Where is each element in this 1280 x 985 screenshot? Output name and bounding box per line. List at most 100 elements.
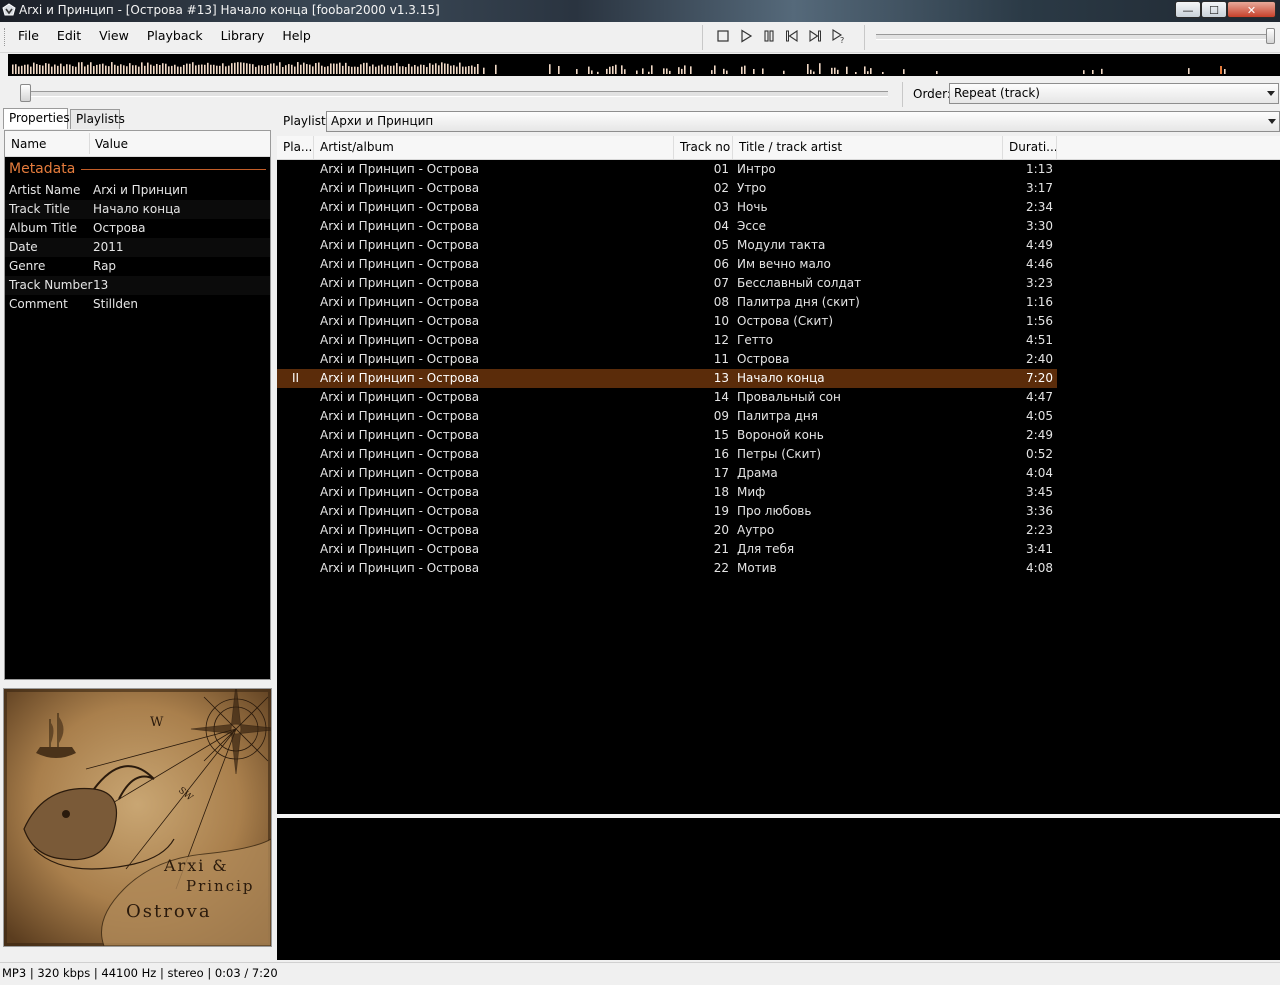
spectrum-bar xyxy=(243,62,245,74)
playlist-view[interactable]: Pla... Artist/album Track no Title / tra… xyxy=(277,136,1280,814)
playlist-row[interactable]: Arxi и Принцип - Острова 14 Провальный сон… xyxy=(277,388,1280,407)
tab-properties[interactable]: Properties xyxy=(3,108,70,129)
spectrum-bar xyxy=(63,66,65,74)
spectrum-bar xyxy=(294,66,296,74)
seek-bar-thumb[interactable] xyxy=(20,84,31,102)
spectrum-bar xyxy=(642,68,644,74)
track-artist: Arxi и Принцип - Острова xyxy=(320,485,480,499)
property-row[interactable]: Album Title Острова xyxy=(5,219,270,238)
playlist-label: Playlist: xyxy=(283,114,330,128)
track-duration: 3:30 xyxy=(1026,219,1053,233)
menu-grip[interactable] xyxy=(4,28,8,46)
menu-view[interactable]: View xyxy=(90,26,138,46)
playlist-row[interactable]: Arxi и Принцип - Острова 12 Гетто 4:51 xyxy=(277,331,1280,350)
order-dropdown[interactable]: Repeat (track) xyxy=(949,83,1279,104)
property-row[interactable]: Track Number 13 xyxy=(5,276,270,295)
pause-button[interactable] xyxy=(759,27,779,45)
property-value: Arxi и Принцип xyxy=(93,183,188,197)
property-row[interactable]: Comment Stillden xyxy=(5,295,270,314)
column-header-playing[interactable]: Pla... xyxy=(277,136,314,159)
properties-panel[interactable]: Name Value Metadata Artist Name Arxi и Пр… xyxy=(4,130,271,680)
spectrum-bar xyxy=(57,65,59,74)
column-header-track-no[interactable]: Track no xyxy=(674,136,733,159)
album-cover-image: W SW Arxi & Princip Ostrova xyxy=(4,689,271,946)
track-title: Эссе xyxy=(737,219,766,233)
playlist-row[interactable]: Arxi и Принцип - Острова 18 Миф 3:45 xyxy=(277,483,1280,502)
track-title: Петры (Скит) xyxy=(737,447,822,461)
volume-slider[interactable] xyxy=(876,34,1272,40)
seek-bar[interactable] xyxy=(20,91,888,97)
spectrum-bar xyxy=(291,64,293,74)
playlist-row[interactable]: Arxi и Принцип - Острова 09 Палитра дня 4:0… xyxy=(277,407,1280,426)
spectrum-bar xyxy=(426,66,428,74)
playlist-row[interactable]: Arxi и Принцип - Острова 02 Утро 3:17 xyxy=(277,179,1280,198)
chevron-down-icon xyxy=(1268,119,1276,124)
menu-playback[interactable]: Playback xyxy=(138,26,212,46)
previous-icon xyxy=(786,29,798,43)
column-divider[interactable] xyxy=(89,133,90,154)
tab-playlists[interactable]: Playlists xyxy=(70,109,125,129)
spectrum-bar xyxy=(1224,69,1226,74)
play-button[interactable] xyxy=(736,27,756,45)
playlist-row[interactable]: Arxi и Принцип - Острова 03 Ночь 2:34 xyxy=(277,198,1280,217)
property-row[interactable]: Genre Rap xyxy=(5,257,270,276)
next-button[interactable] xyxy=(805,27,825,45)
menu-help[interactable]: Help xyxy=(273,26,320,46)
spectrum-bar xyxy=(312,66,314,74)
close-button[interactable]: ✕ xyxy=(1227,1,1276,18)
playlist-row-now-playing[interactable]: II Arxi и Принцип - Острова 13 Начало конца… xyxy=(277,369,1280,388)
minimize-button[interactable]: — xyxy=(1175,1,1201,18)
spectrum-bar xyxy=(174,64,176,74)
playlist-row[interactable]: Arxi и Принцип - Острова 08 Палитра дня (с… xyxy=(277,293,1280,312)
property-row[interactable]: Date 2011 xyxy=(5,238,270,257)
maximize-button[interactable]: ☐ xyxy=(1201,1,1227,18)
playlist-row[interactable]: Arxi и Принцип - Острова 11 Острова 2:40 xyxy=(277,350,1280,369)
title-bar[interactable]: Arxi и Принцип - [Острова #13] Начало ко… xyxy=(0,0,1280,22)
playlist-row[interactable]: Arxi и Принцип - Острова 19 Про любовь 3:36 xyxy=(277,502,1280,521)
previous-button[interactable] xyxy=(782,27,802,45)
playlist-row[interactable]: Arxi и Принцип - Острова 17 Драма 4:04 xyxy=(277,464,1280,483)
property-row[interactable]: Artist Name Arxi и Принцип xyxy=(5,181,270,200)
column-header-name[interactable]: Name xyxy=(11,137,46,151)
spectrum-bar xyxy=(399,66,401,74)
playlist-row[interactable]: Arxi и Принцип - Острова 20 Аутро 2:23 xyxy=(277,521,1280,540)
random-button[interactable]: ? xyxy=(829,27,849,45)
playlist-row[interactable]: Arxi и Принцип - Острова 06 Им вечно мало 4… xyxy=(277,255,1280,274)
menu-file[interactable]: File xyxy=(9,26,48,46)
property-row[interactable]: Track Title Начало конца xyxy=(5,200,270,219)
playlist-dropdown[interactable]: Архи и Принцип xyxy=(326,111,1280,132)
track-artist: Arxi и Принцип - Острова xyxy=(320,409,480,423)
property-value: Rap xyxy=(93,259,117,273)
pause-icon xyxy=(764,30,774,42)
spectrum-bar xyxy=(207,62,209,74)
spectrum-bar xyxy=(606,68,608,74)
pause-indicator-icon: II xyxy=(291,371,300,385)
track-duration: 1:16 xyxy=(1026,295,1053,309)
spectrum-bar xyxy=(285,65,287,74)
volume-slider-thumb[interactable] xyxy=(1266,28,1275,44)
playlist-row[interactable]: Arxi и Принцип - Острова 15 Вороной конь 2:… xyxy=(277,426,1280,445)
playlist-row[interactable]: Arxi и Принцип - Острова 05 Модули такта 4:… xyxy=(277,236,1280,255)
menu-library[interactable]: Library xyxy=(212,26,274,46)
column-header-artist[interactable]: Artist/album xyxy=(314,136,674,159)
playlist-row[interactable]: Arxi и Принцип - Острова 16 Петры (Скит) 0:… xyxy=(277,445,1280,464)
column-header-title[interactable]: Title / track artist xyxy=(733,136,1003,159)
spectrum-bar xyxy=(420,64,422,74)
playlist-row[interactable]: Arxi и Принцип - Острова 01 Интро 1:13 xyxy=(277,160,1280,179)
menu-edit[interactable]: Edit xyxy=(48,26,90,46)
playlist-row[interactable]: Arxi и Принцип - Острова 07 Бесславный сол… xyxy=(277,274,1280,293)
spectrum-bar xyxy=(678,67,680,74)
playlist-row[interactable]: Arxi и Принцип - Острова 22 Мотив 4:08 xyxy=(277,559,1280,578)
spectrum-bar xyxy=(423,64,425,74)
track-duration: 4:51 xyxy=(1026,333,1053,347)
playlist-row[interactable]: Arxi и Принцип - Острова 21 Для тебя 3:41 xyxy=(277,540,1280,559)
spectrum-bar xyxy=(27,64,29,74)
foobar-app-icon[interactable] xyxy=(2,3,16,17)
spectrum-bar xyxy=(177,66,179,74)
playlist-row[interactable]: Arxi и Принцип - Острова 04 Эссе 3:30 xyxy=(277,217,1280,236)
stop-button[interactable] xyxy=(713,27,733,45)
column-header-value[interactable]: Value xyxy=(95,137,128,151)
column-header-duration[interactable]: Durati... xyxy=(1003,136,1057,159)
playlist-row[interactable]: Arxi и Принцип - Острова 10 Острова (Скит)… xyxy=(277,312,1280,331)
spectrum-bar xyxy=(117,65,119,74)
